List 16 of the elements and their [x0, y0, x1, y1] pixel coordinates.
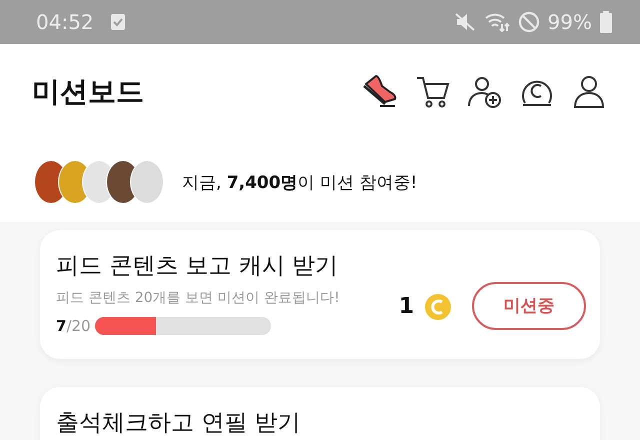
coin-icon: [424, 292, 452, 320]
battery-percent: 99%: [548, 10, 592, 34]
mission-description: 피드 콘텐츠 20개를 보면 미션이 완료됩니다!: [56, 289, 341, 307]
page-title: 미션보드: [32, 74, 144, 110]
mission-title: 출석체크하고 연필 받기: [56, 409, 302, 438]
progress-count: 7/20: [56, 317, 91, 335]
mission-title: 피드 콘텐츠 보고 캐시 받기: [56, 252, 340, 281]
status-time: 04:52: [36, 10, 94, 34]
reward-amount: 1: [398, 294, 414, 319]
battery-icon: [600, 11, 612, 33]
mute-icon: [454, 12, 476, 32]
blocked-icon: [518, 11, 540, 33]
wifi-icon: [484, 12, 510, 32]
checkbox-notification-icon: [110, 13, 126, 31]
mission-button[interactable]: 미션중: [472, 282, 586, 330]
participants-text: 지금, 7,400명이 미션 참여중!: [182, 172, 418, 194]
